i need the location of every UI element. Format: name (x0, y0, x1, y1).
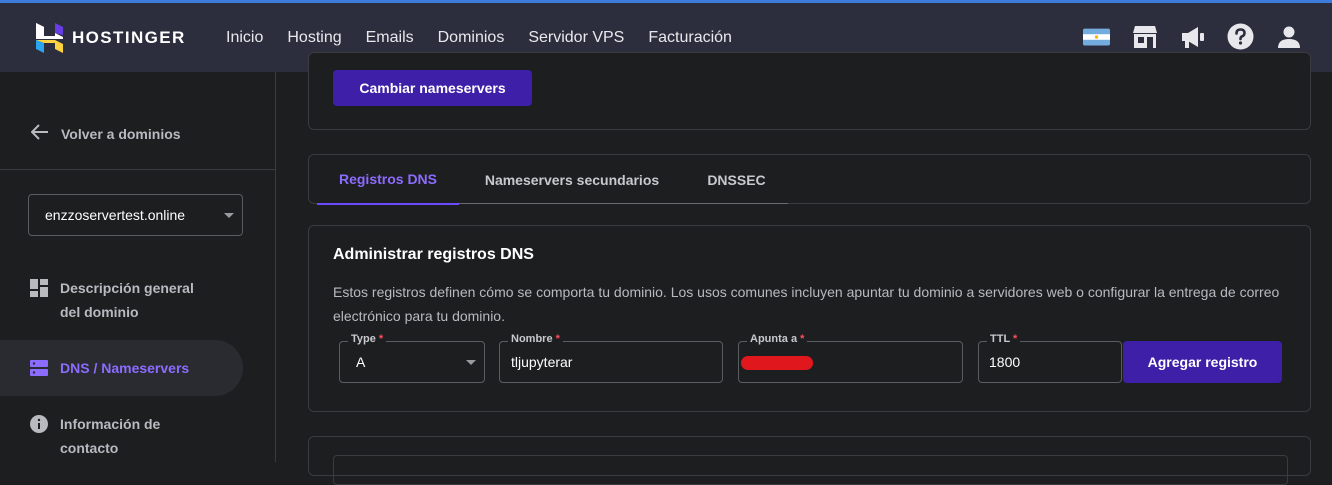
sidebar-item-dns[interactable]: DNS / Nameservers (0, 340, 243, 396)
dns-records-card (308, 436, 1311, 485)
grid-icon (30, 279, 48, 297)
top-icons (1083, 23, 1302, 50)
manage-dns-description: Estos registros definen cómo se comporta… (333, 284, 1280, 324)
type-select[interactable]: Type * A (339, 333, 485, 383)
ttl-label-text: TTL (990, 333, 1010, 345)
arrow-left-icon (30, 124, 49, 143)
sidebar-item-overview[interactable]: Descripción general del dominio (0, 276, 243, 324)
name-value: tljupyterar (511, 354, 573, 370)
nav-item-dominios[interactable]: Dominios (438, 29, 505, 47)
nav-item-hosting[interactable]: Hosting (287, 29, 341, 47)
name-field[interactable]: Nombre * tljupyterar (499, 333, 723, 383)
nav-item-facturacion[interactable]: Facturación (648, 29, 732, 47)
nameservers-card: Cambiar nameservers (308, 52, 1311, 130)
sidebar: Volver a dominios enzzoservertest.online… (0, 72, 276, 462)
nav-item-emails[interactable]: Emails (366, 29, 414, 47)
main-nav: Inicio Hosting Emails Dominios Servidor … (226, 29, 756, 47)
change-nameservers-button[interactable]: Cambiar nameservers (333, 70, 532, 106)
add-record-button[interactable]: Agregar registro (1123, 341, 1282, 383)
sidebar-item-label: Descripción general del dominio (60, 280, 194, 320)
name-label-text: Nombre (511, 333, 553, 345)
required-mark: * (378, 333, 384, 345)
brand-logo[interactable]: HOSTINGER (36, 23, 186, 53)
help-icon[interactable] (1227, 23, 1254, 50)
user-icon[interactable] (1275, 23, 1302, 50)
points-to-field[interactable]: Apunta a * (738, 333, 963, 383)
tabs-underline (459, 203, 788, 204)
argentina-flag-icon[interactable] (1083, 23, 1110, 50)
manage-dns-title: Administrar registros DNS (333, 246, 534, 263)
tab-nameservers-secundarios[interactable]: Nameservers secundarios (459, 155, 685, 205)
ttl-value: 1800 (989, 354, 1021, 370)
back-to-domains-link[interactable]: Volver a dominios (30, 124, 181, 143)
ttl-field[interactable]: TTL * 1800 (978, 333, 1122, 383)
sidebar-divider (0, 169, 276, 170)
sidebar-item-label: Información de contacto (60, 416, 161, 456)
chevron-down-icon (466, 360, 476, 365)
tab-registros-dns[interactable]: Registros DNS (317, 155, 459, 205)
nav-item-inicio[interactable]: Inicio (226, 29, 263, 47)
domain-select-value: enzzoservertest.online (45, 207, 186, 223)
type-label-text: Type (351, 333, 376, 345)
type-value: A (356, 354, 366, 370)
megaphone-icon[interactable] (1179, 23, 1206, 50)
back-label: Volver a dominios (61, 125, 181, 142)
dns-records-table (333, 455, 1288, 485)
required-mark: * (1013, 333, 1018, 345)
info-icon (30, 415, 48, 433)
sidebar-item-label: DNS / Nameservers (60, 360, 190, 376)
chevron-down-icon (224, 213, 234, 218)
points-to-label: Apunta a * (747, 333, 808, 345)
points-to-label-text: Apunta a (750, 333, 798, 345)
dns-tabs: Registros DNS Nameservers secundarios DN… (308, 154, 1311, 205)
nav-item-servidor-vps[interactable]: Servidor VPS (528, 29, 624, 47)
name-label: Nombre * (508, 333, 563, 345)
type-label: Type * (348, 333, 387, 345)
ttl-label: TTL * (987, 333, 1021, 345)
domain-select[interactable]: enzzoservertest.online (28, 194, 243, 236)
store-icon[interactable] (1131, 23, 1158, 50)
manage-dns-card: Administrar registros DNS Estos registro… (308, 225, 1311, 412)
required-mark: * (555, 333, 560, 345)
sidebar-item-contact[interactable]: Información de contacto (0, 412, 243, 460)
required-mark: * (800, 333, 805, 345)
brand-name: HOSTINGER (72, 28, 186, 47)
tab-dnssec[interactable]: DNSSEC (685, 155, 788, 205)
server-icon (30, 359, 48, 377)
hostinger-logo-icon (36, 23, 63, 53)
redaction-mark (741, 356, 813, 370)
